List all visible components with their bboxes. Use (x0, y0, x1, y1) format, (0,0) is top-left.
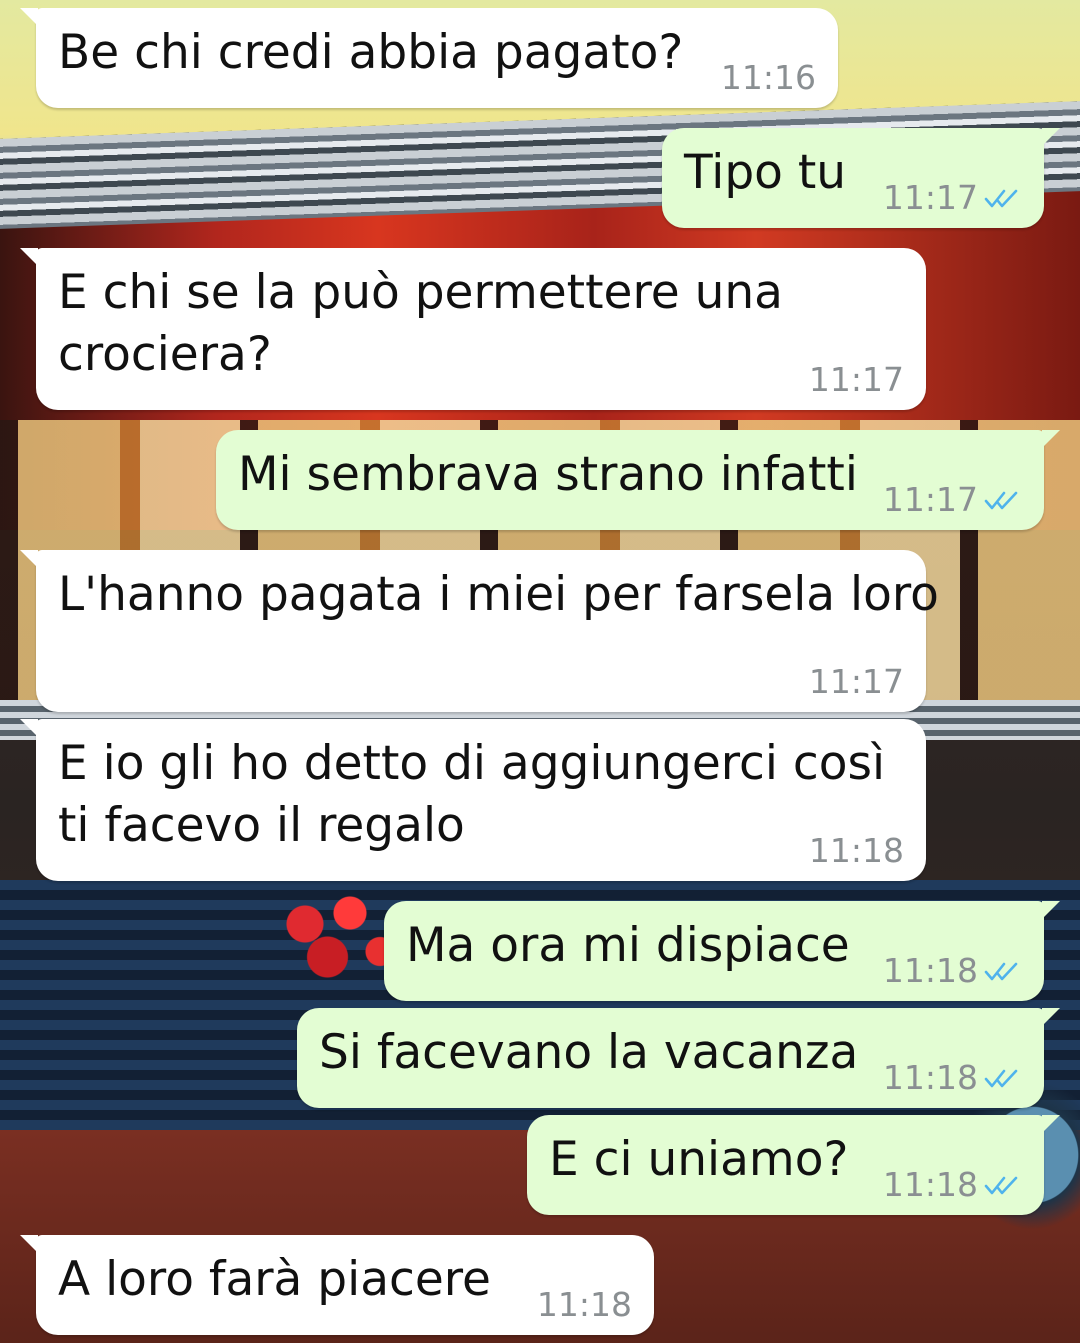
message-time: 11:16 (720, 58, 816, 97)
message-text: Ma ora mi dispiace (406, 918, 850, 973)
message-text: Si facevano la vacanza (319, 1025, 859, 1080)
message-text: Tipo tu (684, 145, 847, 200)
message-time: 11:17 (882, 480, 978, 519)
message-bubble-incoming[interactable]: A loro farà piacere 11:18 (20, 1235, 654, 1335)
message-bubble-incoming[interactable]: E io gli ho detto di aggiungerci così ti… (20, 719, 926, 881)
message-bubble-incoming[interactable]: L'hanno pagata i miei per farsela loro 1… (20, 550, 939, 712)
message-bubble-outgoing[interactable]: E ci uniamo? 11:18 (527, 1115, 1060, 1215)
message-time: 11:18 (882, 1165, 978, 1204)
message-bubble-incoming[interactable]: E chi se la può permettere una crociera?… (20, 248, 926, 410)
message-text: Mi sembrava strano infatti (238, 447, 858, 502)
message-time: 11:18 (882, 1058, 978, 1097)
message-list[interactable]: Be chi credi abbia pagato? 11:16 Tipo tu… (0, 0, 1080, 1343)
double-check-icon (984, 189, 1018, 208)
message-bubble-incoming[interactable]: Be chi credi abbia pagato? 11:16 (20, 8, 838, 108)
message-time: 11:18 (808, 831, 904, 870)
message-time: 11:17 (882, 178, 978, 217)
message-bubble-outgoing[interactable]: Si facevano la vacanza 11:18 (297, 1008, 1060, 1108)
message-bubble-outgoing[interactable]: Tipo tu 11:17 (662, 128, 1060, 228)
message-text: E io gli ho detto di aggiungerci così ti… (58, 736, 886, 853)
double-check-icon (984, 491, 1018, 510)
double-check-icon (984, 962, 1018, 981)
message-text: Be chi credi abbia pagato? (58, 25, 684, 80)
message-time: 11:18 (882, 951, 978, 990)
double-check-icon (984, 1069, 1018, 1088)
message-time: 11:18 (536, 1285, 632, 1324)
message-text: L'hanno pagata i miei per farsela loro (58, 567, 939, 622)
message-text: A loro farà piacere (58, 1252, 491, 1307)
message-time: 11:17 (808, 360, 904, 399)
message-text: E ci uniamo? (549, 1132, 849, 1187)
double-check-icon (984, 1176, 1018, 1195)
message-text: E chi se la può permettere una crociera? (58, 265, 783, 382)
message-bubble-outgoing[interactable]: Ma ora mi dispiace 11:18 (384, 901, 1060, 1001)
message-time: 11:17 (808, 662, 904, 701)
message-bubble-outgoing[interactable]: Mi sembrava strano infatti 11:17 (216, 430, 1060, 530)
